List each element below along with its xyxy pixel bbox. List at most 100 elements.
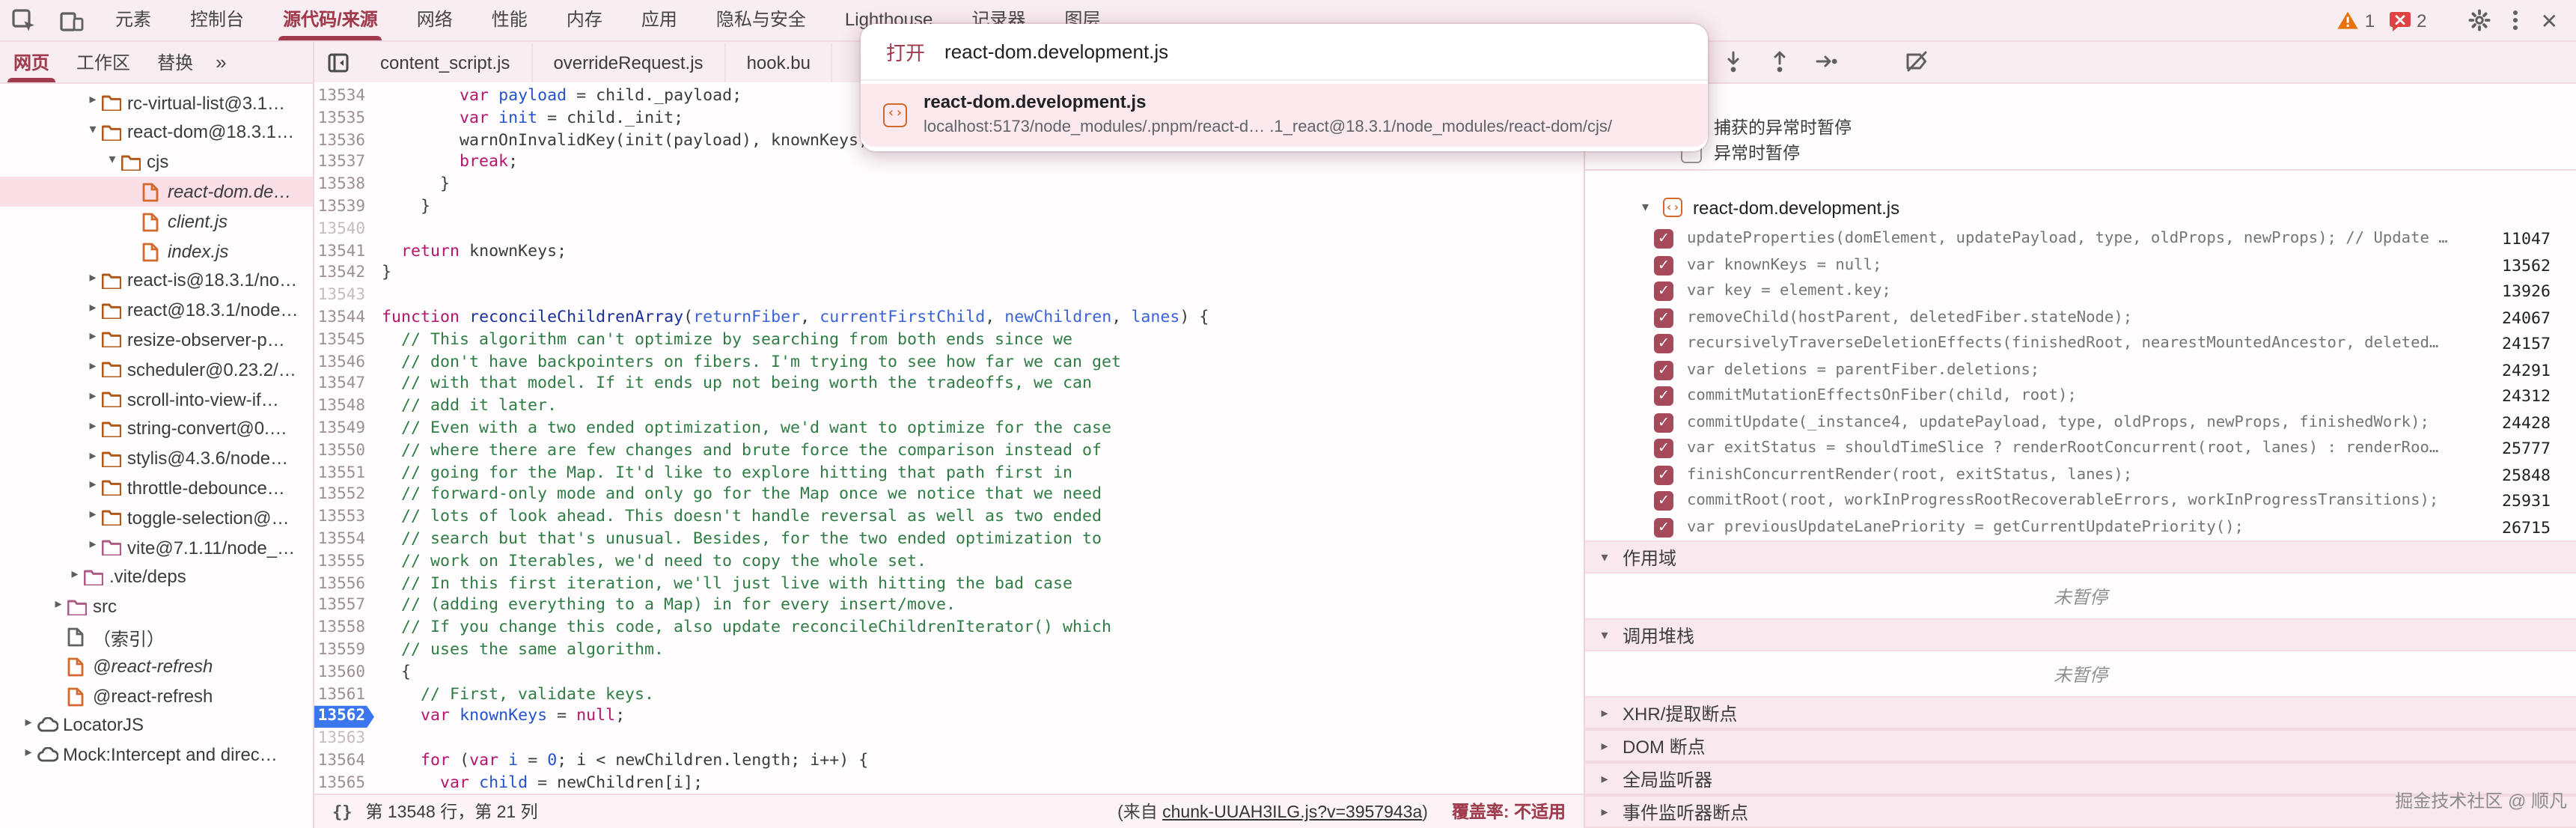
line-number[interactable]: 13556 [314, 573, 374, 595]
tree-item[interactable]: （索引） [0, 622, 313, 652]
step-icon[interactable] [1816, 51, 1838, 72]
line-number[interactable]: 13541 [314, 240, 374, 263]
chevron-right-icon[interactable]: ▸ [85, 447, 100, 463]
tree-item[interactable]: ▸scroll-into-view-if… [0, 385, 313, 415]
line-number[interactable]: 13561 [314, 684, 374, 706]
pause-on-exceptions-row-0[interactable]: 捕获的异常时暂停 [1681, 115, 2576, 139]
line-number[interactable]: 13563 [314, 728, 374, 750]
tree-item[interactable]: ▸throttle-debounce… [0, 474, 313, 504]
line-number[interactable]: 13547 [314, 374, 374, 396]
chevron-down-icon[interactable]: ▾ [1597, 549, 1612, 565]
tree-item[interactable]: ▾react-dom@18.3.1… [0, 118, 313, 148]
line-number[interactable]: 13558 [314, 617, 374, 639]
code-line[interactable]: 13556 // In this first iteration, we'll … [314, 573, 1584, 595]
section-header-1[interactable]: ▾调用堆栈 [1585, 618, 2576, 651]
warnings-badge[interactable]: 1 [2337, 10, 2375, 31]
main-tab-1[interactable]: 控制台 [171, 0, 263, 40]
tree-item[interactable]: index.js [0, 237, 313, 267]
tree-item[interactable]: ▸toggle-selection@… [0, 503, 313, 533]
tree-item[interactable]: ▸stylis@4.3.6/node… [0, 444, 313, 474]
tree-item[interactable]: ▸react-is@18.3.1/no… [0, 267, 313, 296]
line-number[interactable]: 13551 [314, 462, 374, 484]
breakpoint-checkbox-icon[interactable]: ✓ [1654, 439, 1673, 458]
code-line[interactable]: 13558 // If you change this code, also u… [314, 617, 1584, 639]
line-number[interactable]: 13555 [314, 551, 374, 573]
line-number[interactable]: 13557 [314, 595, 374, 618]
breakpoint-entry[interactable]: ✓removeChild(hostParent, deletedFiber.st… [1585, 305, 2576, 331]
code-line[interactable]: 13538 } [314, 174, 1584, 196]
deactivate-breakpoints-icon[interactable] [1905, 51, 1929, 72]
tree-item[interactable]: ▸.vite/deps [0, 563, 313, 593]
breakpoint-entry[interactable]: ✓var previousUpdateLanePriority = getCur… [1585, 514, 2576, 541]
pause-on-exceptions-row-1[interactable]: 异常时暂停 [1681, 140, 2576, 164]
tree-item[interactable]: ▸resize-observer-p… [0, 326, 313, 356]
breakpoint-entry[interactable]: ✓commitUpdate(_instance4, updatePayload,… [1585, 410, 2576, 436]
breakpoint-entry[interactable]: ✓commitRoot(root, workInProgressRootReco… [1585, 488, 2576, 514]
chevron-right-icon[interactable]: ▸ [67, 566, 82, 582]
line-number[interactable]: 13540 [314, 219, 374, 241]
line-number[interactable]: 13549 [314, 418, 374, 440]
line-number[interactable]: 13537 [314, 152, 374, 174]
line-number[interactable]: 13553 [314, 506, 374, 529]
chevron-right-icon[interactable]: ▸ [85, 91, 100, 108]
navigator-tab-1[interactable]: 工作区 [63, 43, 144, 82]
code-line[interactable]: 13546 // don't have backpointers on fibe… [314, 351, 1584, 374]
close-devtools-icon[interactable]: ✕ [2541, 10, 2558, 31]
breakpoint-checkbox-icon[interactable]: ✓ [1654, 465, 1673, 484]
code-line[interactable]: 13564 for (var i = 0; i < newChildren.le… [314, 750, 1584, 773]
inspect-element-icon[interactable] [0, 8, 48, 32]
tree-item[interactable]: ▸src [0, 592, 313, 622]
chevron-right-icon[interactable]: ▸ [85, 506, 100, 523]
code-line[interactable]: 13553 // lots of look ahead. This doesn'… [314, 506, 1584, 529]
tree-item[interactable]: @react-refresh [0, 651, 313, 681]
chevron-right-icon[interactable]: ▸ [85, 418, 100, 434]
chevron-right-icon[interactable]: ▸ [85, 388, 100, 404]
line-number[interactable]: 13559 [314, 639, 374, 662]
line-number[interactable]: 13560 [314, 662, 374, 684]
code-line[interactable]: 13544function reconcileChildrenArray(ret… [314, 307, 1584, 329]
navigator-tab-0[interactable]: 网页 [0, 43, 63, 82]
code-line[interactable]: 13562 var knownKeys = null; [314, 706, 1584, 728]
code-line[interactable]: 13555 // work on Iterables, we'd need to… [314, 551, 1584, 573]
errors-badge[interactable]: 2 [2388, 10, 2426, 31]
breakpoint-checkbox-icon[interactable]: ✓ [1654, 517, 1673, 537]
tree-item[interactable]: ▸react@18.3.1/node… [0, 296, 313, 326]
tree-item[interactable]: @react-refresh [0, 681, 313, 711]
breakpoint-checkbox-icon[interactable]: ✓ [1654, 281, 1673, 301]
tree-item[interactable]: ▸string-convert@0.… [0, 415, 313, 445]
main-tab-4[interactable]: 性能 [472, 0, 547, 40]
breakpoint-checkbox-icon[interactable]: ✓ [1654, 413, 1673, 432]
code-line[interactable]: 13549 // Even with a two ended optimizat… [314, 418, 1584, 440]
step-into-icon[interactable] [1723, 51, 1744, 73]
collapse-navigator-icon[interactable] [314, 52, 359, 73]
chevron-right-icon[interactable]: ▸ [85, 299, 100, 315]
tree-item[interactable]: ▸rc-virtual-list@3.1… [0, 88, 313, 118]
editor-tab-0[interactable]: content_script.js [359, 43, 532, 82]
chevron-right-icon[interactable]: ▸ [85, 358, 100, 374]
origin-link[interactable]: chunk-UUAH3ILG.js?v=3957943a [1162, 804, 1422, 822]
section-header-2[interactable]: ▸XHR/提取断点 [1585, 696, 2576, 729]
chevron-right-icon[interactable]: ▸ [1597, 770, 1612, 787]
code-line[interactable]: 13548 // add it later. [314, 395, 1584, 418]
tree-item[interactable]: client.js [0, 207, 313, 237]
line-number[interactable]: 13538 [314, 174, 374, 196]
more-navigator-tabs-chevrons[interactable]: » [207, 51, 235, 73]
breakpoint-checkbox-icon[interactable]: ✓ [1654, 360, 1673, 380]
breakpoint-entry[interactable]: ✓var exitStatus = shouldTimeSlice ? rend… [1585, 436, 2576, 462]
code-line[interactable]: 13559 // uses the same algorithm. [314, 639, 1584, 662]
code-line[interactable]: 13547 // with that model. If it ends up … [314, 374, 1584, 396]
breakpoint-checkbox-icon[interactable]: ✓ [1654, 334, 1673, 353]
line-number[interactable]: 13535 [314, 108, 374, 130]
breakpoint-entry[interactable]: ✓var deletions = parentFiber.deletions;2… [1585, 357, 2576, 383]
device-toolbar-icon[interactable] [48, 10, 96, 31]
line-number[interactable]: 13534 [314, 85, 374, 108]
breakpoint-entry[interactable]: ✓finishConcurrentRender(root, exitStatus… [1585, 462, 2576, 488]
main-tab-6[interactable]: 应用 [622, 0, 697, 40]
chevron-down-icon[interactable]: ▾ [1642, 199, 1649, 216]
line-number[interactable]: 13543 [314, 284, 374, 307]
line-number[interactable]: 13544 [314, 307, 374, 329]
breakpoint-checkbox-icon[interactable]: ✓ [1654, 491, 1673, 511]
pretty-print-icon[interactable]: {} [332, 802, 352, 821]
chevron-right-icon[interactable]: ▸ [85, 270, 100, 286]
chevron-down-icon[interactable]: ▾ [85, 121, 100, 138]
